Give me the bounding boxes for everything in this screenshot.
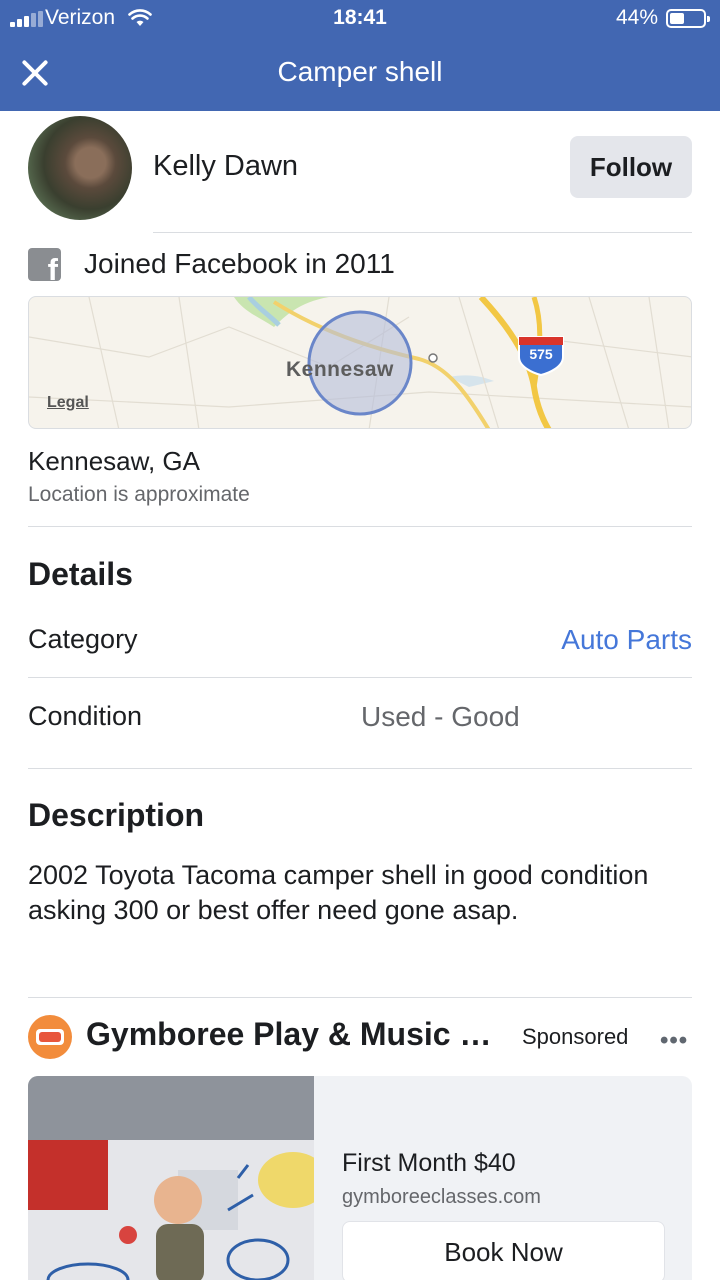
divider: [28, 768, 692, 769]
joined-text: Joined Facebook in 2011: [84, 248, 395, 279]
seller-avatar[interactable]: [28, 116, 132, 220]
battery-icon: [666, 9, 710, 28]
condition-label: Condition: [28, 701, 143, 731]
advertiser-name[interactable]: Gymboree Play & Music Classes: [86, 1016, 500, 1053]
book-now-button[interactable]: Book Now: [342, 1221, 665, 1280]
ad-domain: gymboreeclasses.com: [342, 1186, 541, 1208]
description-text: 2002 Toyota Tacoma camper shell in good …: [28, 860, 649, 925]
status-time: 18:41: [333, 6, 387, 29]
divider: [153, 232, 692, 233]
page-title: Camper shell: [277, 56, 443, 87]
map-city-label: Kennesaw: [286, 358, 394, 381]
follow-button[interactable]: Follow: [570, 136, 692, 198]
facebook-icon: f: [28, 248, 61, 281]
divider: [28, 997, 692, 998]
details-heading: Details: [28, 556, 133, 592]
more-options-icon[interactable]: •••: [660, 1027, 688, 1055]
status-bar: Verizon 18:41 44%: [0, 0, 720, 38]
location-city: Kennesaw, GA: [28, 446, 200, 476]
ad-image: [28, 1076, 328, 1280]
location-note: Location is approximate: [28, 483, 250, 506]
route-shield: 575: [529, 346, 553, 362]
category-value-link[interactable]: Auto Parts: [561, 624, 692, 656]
description-heading: Description: [28, 797, 205, 833]
battery-percent: 44%: [616, 6, 659, 29]
divider: [28, 677, 692, 678]
ad-title: First Month $40: [342, 1149, 516, 1177]
condition-value: Used - Good: [361, 701, 520, 732]
advertiser-logo[interactable]: [28, 1015, 72, 1059]
category-label: Category: [28, 624, 138, 654]
divider: [28, 526, 692, 527]
top-bar: Verizon 18:41 44% Camper shell: [0, 0, 720, 111]
seller-name[interactable]: Kelly Dawn: [153, 150, 298, 183]
sponsored-label: Sponsored: [522, 1024, 629, 1049]
legal-link[interactable]: Legal: [47, 394, 89, 412]
